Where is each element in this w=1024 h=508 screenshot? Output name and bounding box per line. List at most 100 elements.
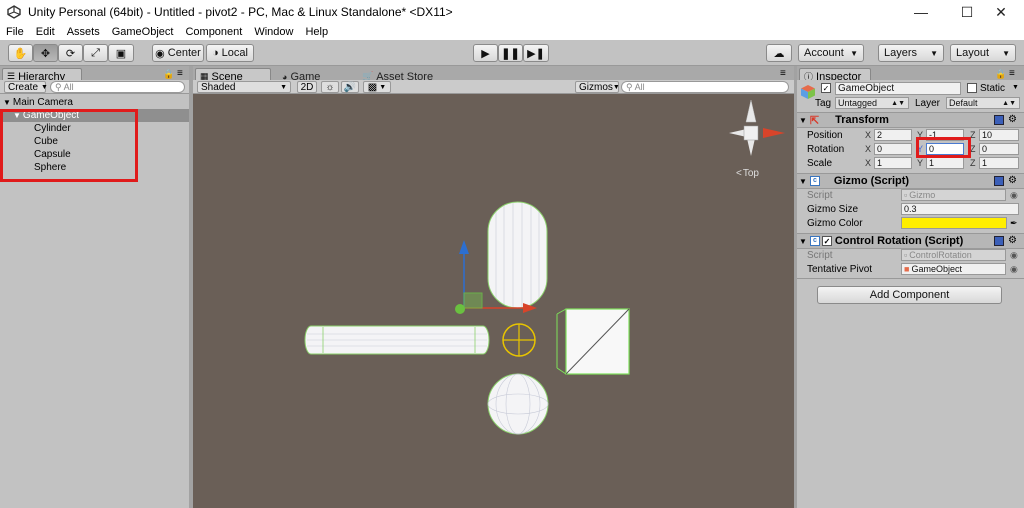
- account-dropdown[interactable]: Account ▼: [798, 44, 864, 62]
- layers-dropdown[interactable]: Layers ▼: [878, 44, 944, 62]
- add-component-button[interactable]: Add Component: [817, 286, 1002, 304]
- position-z-value: 10: [982, 130, 993, 140]
- panel-menu-icon[interactable]: ≡: [177, 68, 183, 79]
- target-icon[interactable]: ◉: [1010, 264, 1018, 275]
- rect-tool-button[interactable]: ▣: [108, 44, 134, 62]
- position-label: Position: [807, 129, 843, 141]
- view-label-text: Top: [742, 168, 759, 179]
- target-icon[interactable]: ◉: [1010, 190, 1018, 201]
- transform-header[interactable]: ▼ ⇱ Transform ⚙: [797, 112, 1024, 128]
- gear-icon[interactable]: ⚙: [1008, 175, 1017, 186]
- panel-menu-icon[interactable]: ≡: [1009, 68, 1015, 79]
- list-item[interactable]: ▼ Main Camera: [0, 96, 189, 109]
- rotation-x-field[interactable]: 0: [874, 143, 912, 155]
- menu-help[interactable]: Help: [299, 26, 334, 38]
- gizmo-size-field[interactable]: 0.3: [901, 203, 1019, 215]
- target-icon[interactable]: ◉: [1010, 250, 1018, 261]
- lock-icon[interactable]: 🔒: [995, 69, 1006, 80]
- view-label: < Top: [736, 168, 759, 179]
- lock-icon[interactable]: 🔒: [163, 69, 174, 80]
- search-icon: ⚲: [55, 81, 62, 92]
- active-checkbox[interactable]: ✓: [821, 83, 831, 93]
- menu-assets[interactable]: Assets: [61, 26, 106, 38]
- play-icon: ▶: [481, 47, 490, 60]
- play-button[interactable]: ▶: [473, 44, 498, 62]
- help-book-icon[interactable]: [994, 176, 1004, 186]
- rotation-z-field[interactable]: 0: [979, 143, 1019, 155]
- effects-dropdown[interactable]: ▩ ▼: [363, 81, 391, 93]
- enabled-checkbox[interactable]: ✓: [821, 236, 832, 246]
- audio-toggle[interactable]: 🔊: [341, 81, 359, 93]
- gizmo-script-title: Gizmo (Script): [833, 175, 910, 187]
- minimize-icon[interactable]: —: [898, 0, 944, 24]
- tag-dropdown[interactable]: Untagged ▲▼: [835, 97, 909, 109]
- hand-tool-button[interactable]: ✋: [8, 44, 33, 62]
- eyedropper-icon[interactable]: ✒: [1010, 218, 1018, 229]
- scale-row: Scale X 1 Y 1 Z 1: [797, 156, 1024, 170]
- menu-edit[interactable]: Edit: [30, 26, 61, 38]
- scale-tool-button[interactable]: ⤢: [83, 44, 108, 62]
- control-rotation-script-row: Script ▫ ControlRotation ◉: [797, 248, 1024, 262]
- layer-dropdown[interactable]: Default ▲▼: [946, 97, 1020, 109]
- pause-button[interactable]: ❚❚: [498, 44, 523, 62]
- cube-object-icon: [800, 84, 816, 100]
- pivot-center-button[interactable]: ◉ Center: [152, 44, 204, 62]
- local-space-icon: ◑: [212, 47, 219, 59]
- close-icon[interactable]: ✕: [978, 0, 1024, 24]
- layout-dropdown[interactable]: Layout ▼: [950, 44, 1016, 62]
- gizmo-size-row: Gizmo Size 0.3: [797, 202, 1024, 216]
- cube-object[interactable]: [556, 308, 630, 375]
- orientation-gizmo[interactable]: [729, 99, 785, 156]
- hierarchy-list: ▼ Main Camera ▼ GameObject Cylinder Cube…: [0, 94, 189, 508]
- foldout-arrow-icon: ▼: [799, 236, 807, 246]
- mode-2d-toggle[interactable]: 2D: [297, 81, 317, 93]
- gizmos-dropdown[interactable]: Gizmos ▼: [575, 81, 620, 93]
- scale-x-field[interactable]: 1: [874, 157, 912, 169]
- panel-menu-icon[interactable]: ≡: [780, 68, 786, 79]
- capsule-object[interactable]: [487, 201, 548, 309]
- gear-icon[interactable]: ⚙: [1008, 114, 1017, 125]
- cylinder-object[interactable]: [304, 325, 490, 355]
- scale-z-field[interactable]: 1: [979, 157, 1019, 169]
- sun-icon: ☼: [325, 81, 335, 93]
- dropdown-arrow-icon: ▼: [379, 83, 387, 91]
- create-dropdown[interactable]: Create ▼: [4, 81, 48, 93]
- rotate-tool-button[interactable]: ⟳: [58, 44, 83, 62]
- help-book-icon[interactable]: [994, 236, 1004, 246]
- dropdown-arrow-icon[interactable]: ▼: [1012, 84, 1019, 91]
- shading-dropdown[interactable]: Shaded ▼: [197, 81, 291, 93]
- scene-viewport[interactable]: < Top: [193, 94, 794, 508]
- position-x-field[interactable]: 2: [874, 129, 912, 141]
- gear-icon[interactable]: ⚙: [1008, 235, 1017, 246]
- gizmo-color-swatch[interactable]: [901, 217, 1007, 229]
- tentative-pivot-field[interactable]: ■ GameObject: [901, 263, 1006, 275]
- script-file-icon: ▫: [904, 250, 908, 260]
- scale-y-field[interactable]: 1: [926, 157, 964, 169]
- scene-search-input[interactable]: ⚲ All: [621, 81, 789, 93]
- menu-file[interactable]: File: [0, 26, 30, 38]
- view-arrow-icon: <: [736, 168, 742, 179]
- hierarchy-search-input[interactable]: ⚲ All: [50, 81, 185, 93]
- object-name-field[interactable]: GameObject: [835, 82, 961, 95]
- sphere-object[interactable]: [487, 373, 549, 435]
- scene-canvas[interactable]: [193, 94, 794, 508]
- menu-gameobject[interactable]: GameObject: [106, 26, 180, 38]
- position-z-field[interactable]: 10: [979, 129, 1019, 141]
- step-button[interactable]: ▶❚: [523, 44, 549, 62]
- foldout-arrow-icon: ▼: [799, 176, 807, 186]
- menu-window[interactable]: Window: [248, 26, 299, 38]
- cloud-button[interactable]: ☁: [766, 44, 792, 62]
- static-checkbox[interactable]: [967, 83, 977, 93]
- title-bar: Unity Personal (64bit) - Untitled - pivo…: [0, 0, 1024, 24]
- space-local-button[interactable]: ◑ Local: [206, 44, 254, 62]
- menu-component[interactable]: Component: [179, 26, 248, 38]
- move-tool-button[interactable]: ✥: [33, 44, 58, 62]
- gizmo-size-value: 0.3: [904, 204, 917, 214]
- control-rotation-header[interactable]: ▼ c ✓ Control Rotation (Script) ⚙: [797, 233, 1024, 249]
- gizmo-script-header[interactable]: ▼ c Gizmo (Script) ⚙: [797, 173, 1024, 189]
- rotation-z-value: 0: [982, 144, 988, 154]
- create-label: Create: [8, 81, 39, 93]
- scale-x-value: 1: [877, 158, 883, 168]
- help-book-icon[interactable]: [994, 115, 1004, 125]
- lighting-toggle[interactable]: ☼: [321, 81, 339, 93]
